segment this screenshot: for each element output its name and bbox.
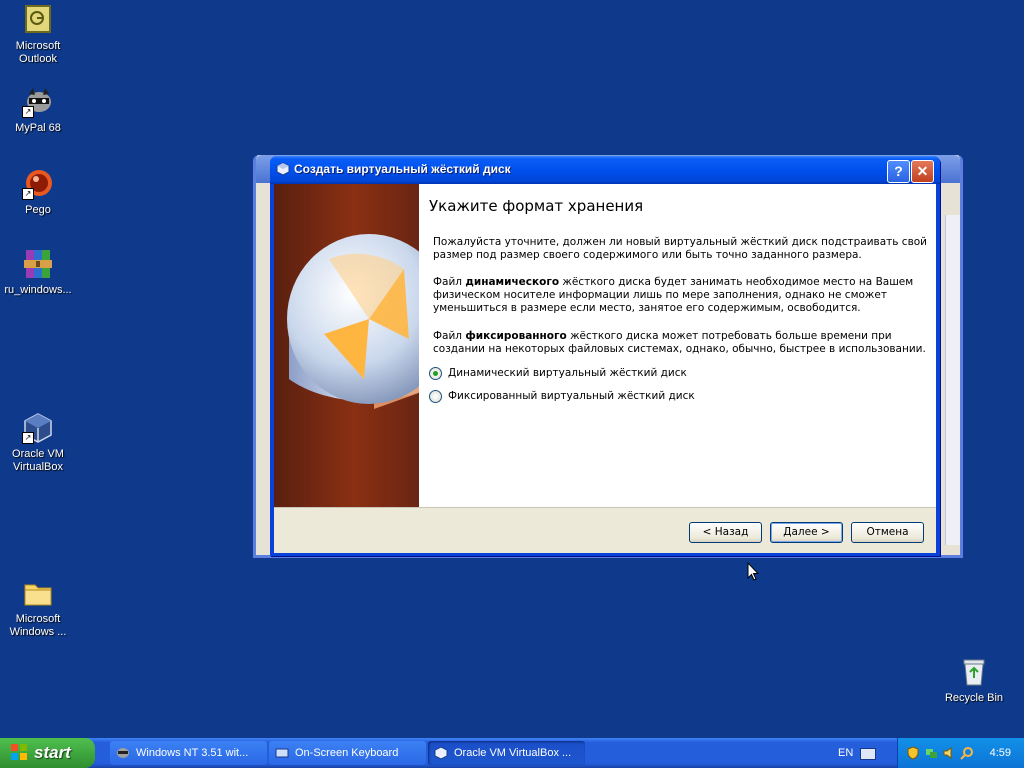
desktop-icon-rar[interactable]: ru_windows... — [0, 248, 76, 297]
desktop-icon-recycle-bin[interactable]: Recycle Bin — [936, 656, 1012, 705]
page-heading: Укажите формат хранения — [429, 197, 644, 215]
start-button[interactable]: start — [0, 738, 95, 768]
search-icon[interactable] — [960, 746, 974, 760]
desktop-icon-label: Microsoft Outlook — [15, 40, 61, 65]
app-icon — [117, 748, 129, 758]
desktop-icon-label: Microsoft Windows ... — [9, 613, 67, 638]
dynamic-description: Файл динамического жёсткого диска будет … — [433, 276, 927, 315]
network-icon[interactable] — [924, 746, 938, 760]
folder-icon — [22, 577, 54, 609]
disk-illustration — [274, 184, 419, 507]
outlook-icon — [22, 4, 54, 36]
text: Файл — [433, 330, 466, 342]
dialog-client-area: Укажите формат хранения Пожалуйста уточн… — [274, 184, 936, 553]
taskbar-item-virtualbox[interactable]: Oracle VM VirtualBox ... — [428, 741, 585, 765]
radio-label: Фиксированный виртуальный жёсткий диск — [448, 390, 695, 402]
taskbar-item-on-screen-keyboard[interactable]: On-Screen Keyboard — [269, 741, 426, 765]
security-shield-icon[interactable] — [906, 746, 920, 760]
text: Файл — [433, 276, 466, 288]
radio-fixed-disk[interactable]: Фиксированный виртуальный жёсткий диск — [429, 388, 695, 404]
desktop-icon-label: Pego — [25, 204, 51, 216]
pego-icon: ↗ — [22, 168, 54, 200]
taskbar: start Windows NT 3.51 wit... On-Screen K… — [0, 738, 1024, 768]
desktop-icon-label: ru_windows... — [4, 284, 72, 296]
desktop-icon-folder[interactable]: Microsoft Windows ... — [0, 577, 76, 639]
task-label: Windows NT 3.51 wit... — [136, 747, 249, 759]
intro-paragraph: Пожалуйста уточните, должен ли новый вир… — [433, 236, 928, 261]
winrar-archive-icon — [22, 248, 54, 280]
next-button[interactable]: Далее > — [770, 522, 843, 543]
radio-button-selected[interactable] — [429, 366, 442, 380]
system-tray: 4:59 — [897, 738, 1024, 768]
keyboard-layout-icon[interactable] — [860, 748, 876, 760]
manager-scrollbar[interactable] — [945, 215, 960, 545]
shortcut-arrow-icon: ↗ — [22, 188, 34, 200]
dialog-titlebar[interactable]: Создать виртуальный жёсткий диск ? ✕ — [270, 156, 940, 184]
mouse-cursor-icon — [747, 562, 759, 581]
desktop-icon-pego[interactable]: ↗ Pego — [0, 168, 76, 217]
taskbar-item-windows-nt[interactable]: Windows NT 3.51 wit... — [110, 741, 267, 765]
radio-label: Динамический виртуальный жёсткий диск — [448, 367, 687, 379]
fixed-description: Файл фиксированного жёсткого диска может… — [433, 330, 927, 356]
close-button[interactable]: ✕ — [911, 160, 934, 183]
task-label: Oracle VM VirtualBox ... — [454, 747, 572, 759]
desktop-icon-label: MyPal 68 — [15, 122, 61, 134]
raccoon-icon: ↗ — [22, 86, 54, 118]
help-button[interactable]: ? — [887, 160, 910, 183]
start-label: start — [34, 743, 71, 762]
keyboard-icon — [275, 748, 289, 758]
shortcut-arrow-icon: ↗ — [22, 432, 34, 444]
bold-term: динамического — [465, 276, 560, 288]
cancel-button[interactable]: Отмена — [851, 522, 924, 543]
clock: 4:59 — [989, 747, 1011, 759]
desktop-icon-outlook[interactable]: Microsoft Outlook — [0, 4, 76, 66]
radio-dynamic-disk[interactable]: Динамический виртуальный жёсткий диск — [429, 365, 687, 381]
dialog-button-bar: < Назад Далее > Отмена — [274, 507, 936, 553]
dialog-content: Укажите формат хранения Пожалуйста уточн… — [419, 184, 936, 507]
dialog-title: Создать виртуальный жёсткий диск — [294, 162, 511, 176]
back-button[interactable]: < Назад — [689, 522, 762, 543]
virtualbox-icon — [276, 162, 290, 176]
task-label: On-Screen Keyboard — [295, 747, 399, 759]
radio-button[interactable] — [429, 389, 442, 403]
shortcut-arrow-icon: ↗ — [22, 106, 34, 118]
desktop-icon-label: Recycle Bin — [944, 692, 1004, 704]
create-virtual-disk-dialog: Создать виртуальный жёсткий диск ? ✕ Ука… — [270, 156, 940, 556]
virtualbox-icon: ↗ — [22, 412, 54, 444]
bold-term: фиксированного — [465, 330, 567, 342]
virtualbox-icon — [434, 746, 448, 760]
desktop-icon-virtualbox[interactable]: ↗ Oracle VM VirtualBox — [0, 412, 76, 474]
recycle-bin-icon — [958, 656, 990, 688]
desktop-icon-label: Oracle VM VirtualBox — [12, 448, 64, 473]
speaker-icon[interactable] — [942, 746, 956, 760]
windows-flag-icon — [11, 744, 27, 760]
language-indicator[interactable]: EN — [838, 738, 853, 768]
desktop-icon-mypal[interactable]: ↗ MyPal 68 — [0, 86, 76, 135]
